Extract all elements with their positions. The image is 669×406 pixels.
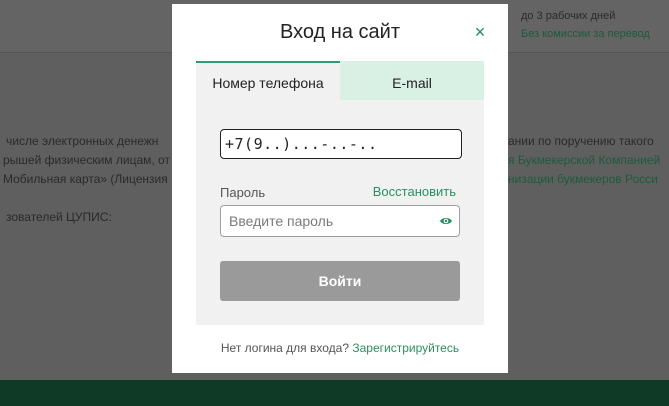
modal-title: Вход на сайт <box>280 21 400 43</box>
password-field[interactable]: Введите пароль <box>220 205 460 237</box>
phone-input[interactable]: +7(9..)...-..-.. <box>220 129 462 159</box>
bg-right-line3: низации букмекеров Росси <box>508 172 658 186</box>
page-footer <box>0 380 669 406</box>
bg-left-line3: Мобильная карта» (Лицензия <box>3 172 168 186</box>
header-info-line2: Без комиссии за перевод <box>521 28 650 40</box>
register-link[interactable]: Зарегистрируйтесь <box>352 341 459 355</box>
tab-phone[interactable]: Номер телефона <box>196 61 340 100</box>
restore-password-link[interactable]: Восстановить <box>373 184 456 199</box>
tab-email[interactable]: E-mail <box>340 61 484 100</box>
eye-icon[interactable] <box>439 214 453 228</box>
header-info-line1: до 3 рабочих дней <box>521 10 616 22</box>
login-form-panel: Номер телефона E-mail +7(9..)...-..-.. П… <box>196 61 484 325</box>
bg-left-line1: числе электронных денежн <box>6 134 159 148</box>
login-modal: Вход на сайт × Номер телефона E-mail +7(… <box>172 4 508 373</box>
register-prompt: Нет логина для входа? <box>220 341 350 355</box>
password-label: Пароль <box>220 185 266 200</box>
bg-left-line4: зователей ЦУПИС: <box>6 210 112 224</box>
bg-right-line1: ании по поручению такого <box>508 134 654 148</box>
login-button[interactable]: Войти <box>220 261 460 301</box>
bg-left-line2: рышей физическим лицам, от <box>3 153 170 167</box>
register-row: Нет логина для входа? Зарегистрируйтесь <box>172 341 508 355</box>
bg-right-line2: я Букмекерской Компанией <box>508 153 661 167</box>
close-icon[interactable]: × <box>470 22 490 42</box>
password-placeholder: Введите пароль <box>229 213 334 229</box>
